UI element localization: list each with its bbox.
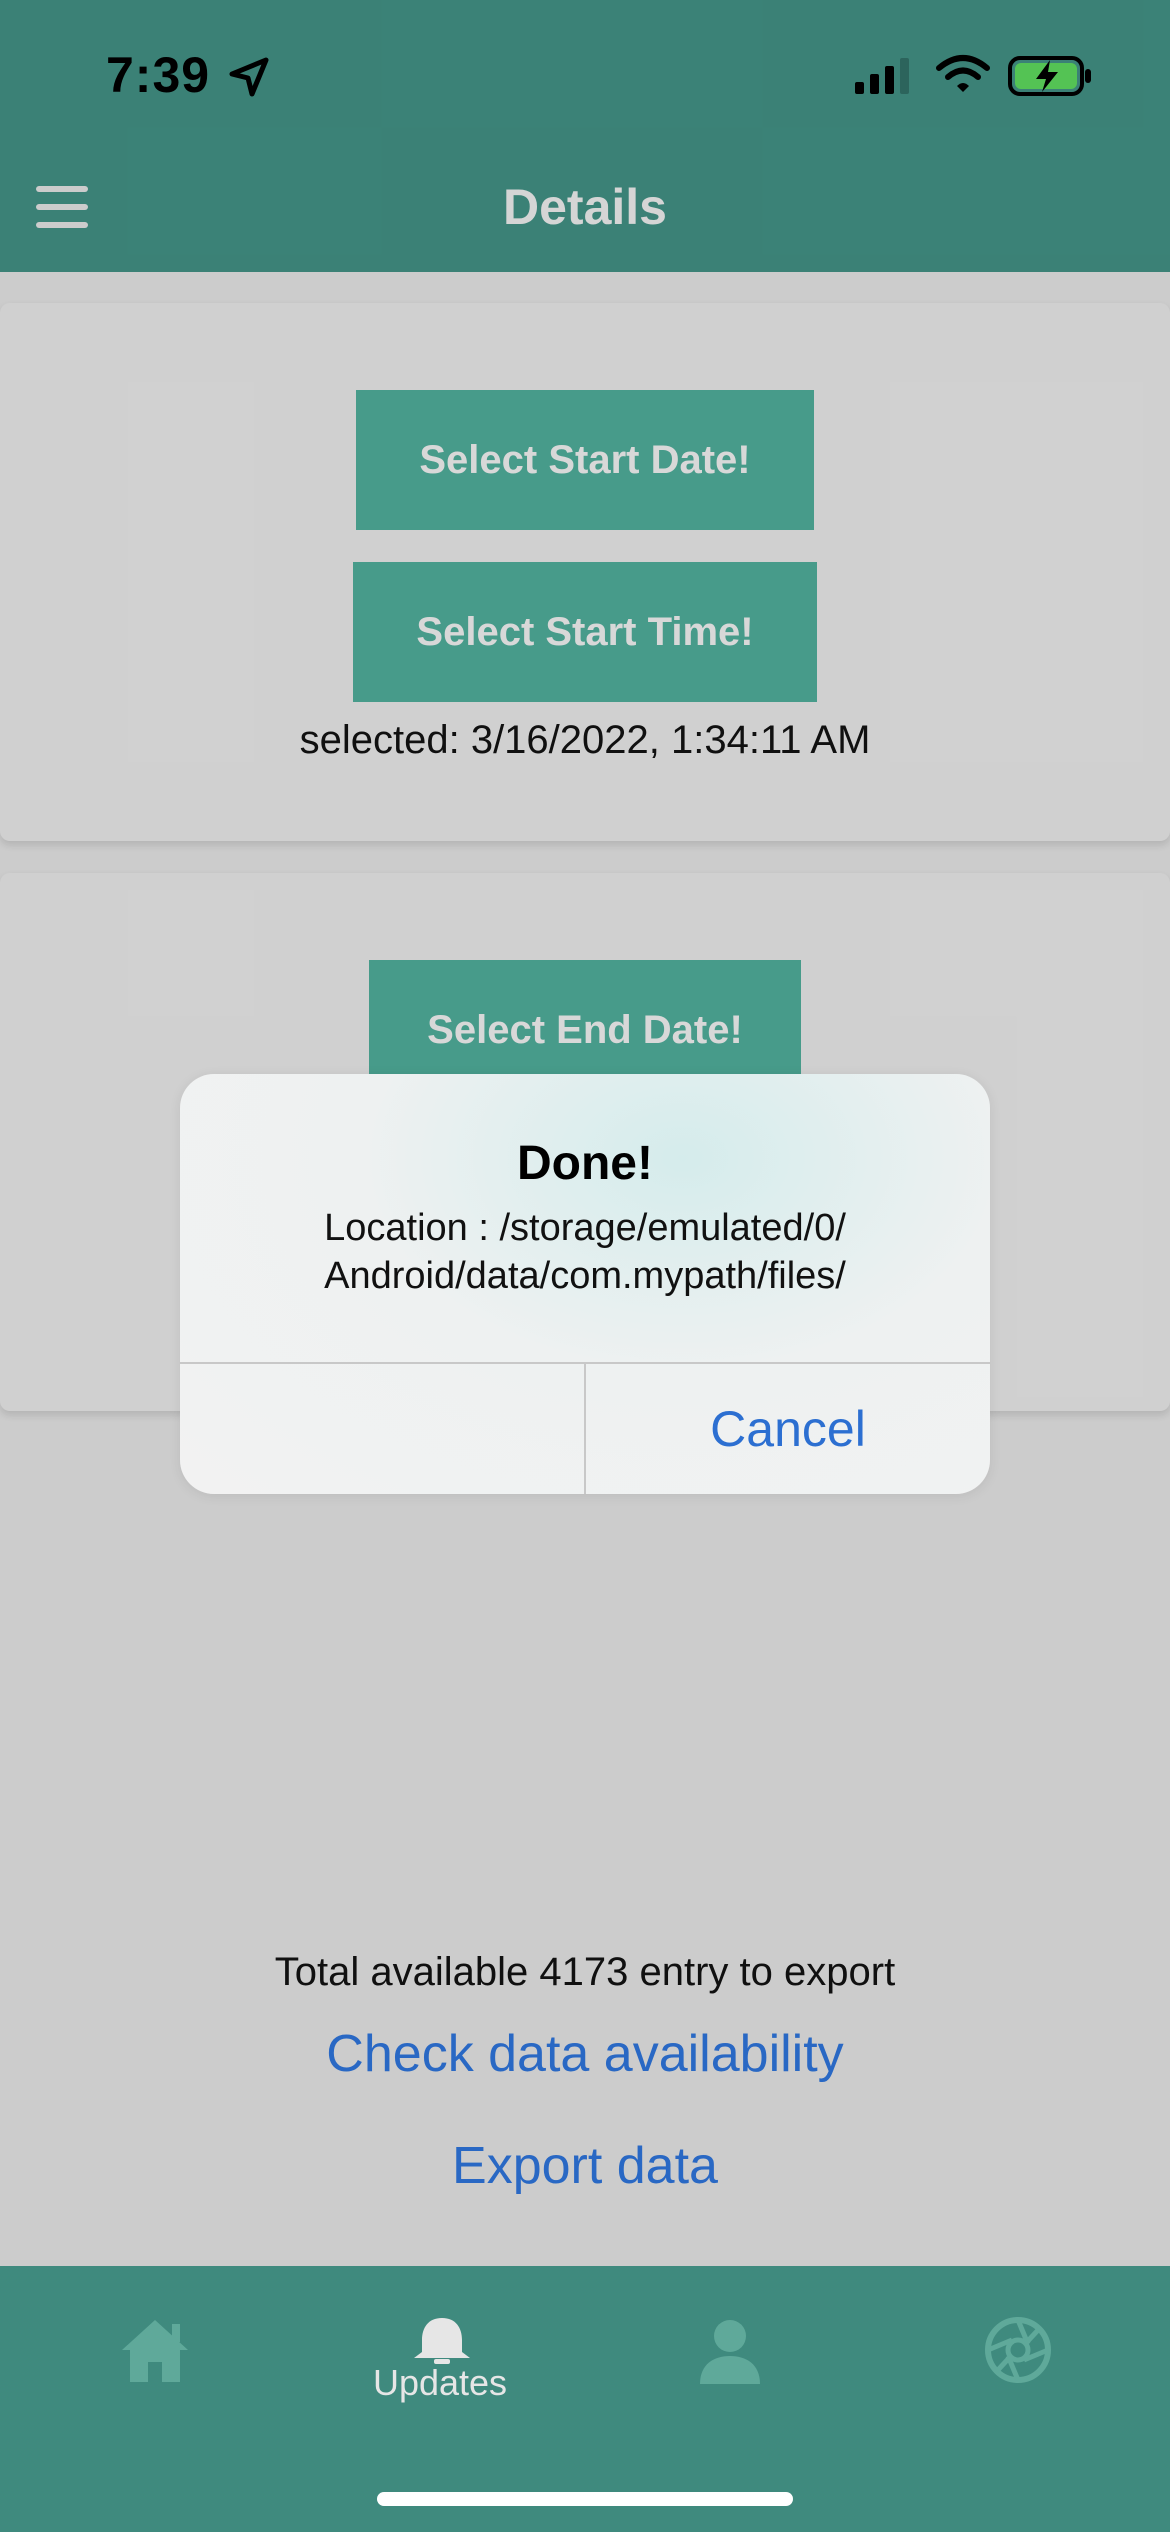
person-icon[interactable] [696,2316,764,2386]
alert-cancel-button[interactable]: Cancel [586,1364,990,1494]
bell-icon[interactable] [410,2316,474,2364]
alert-title: Done! [517,1137,653,1190]
alert-message: Location : /storage/emulated/0/ Android/… [324,1207,846,1297]
tab-updates-label[interactable]: Updates [360,2362,520,2404]
alert-dialog: Done! Location : /storage/emulated/0/ An… [180,1074,990,1494]
alert-empty-button[interactable] [180,1364,584,1494]
home-icon[interactable] [118,2316,192,2386]
home-indicator [377,2492,793,2506]
aperture-icon[interactable] [984,2316,1052,2384]
